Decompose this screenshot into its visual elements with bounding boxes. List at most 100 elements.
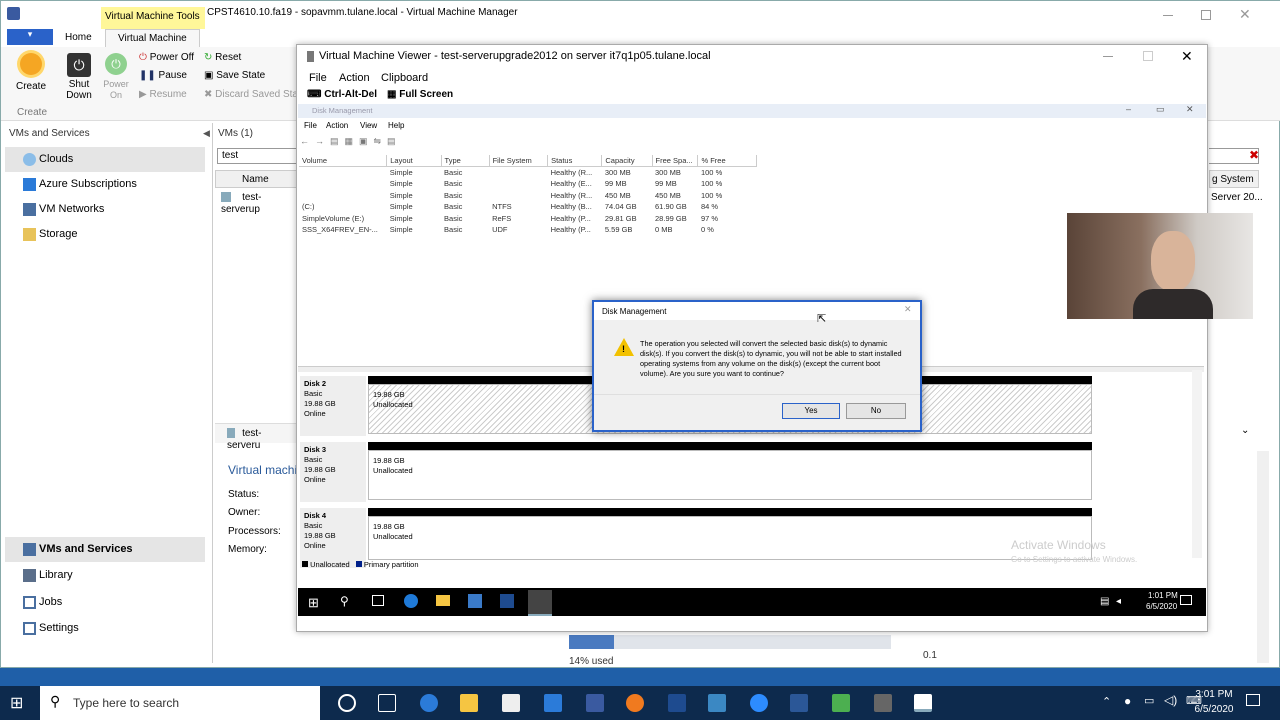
- server-manager-icon[interactable]: [468, 594, 482, 608]
- table-row[interactable]: (C:) Simple Basic NTFS Healthy (B... 74.04 GB…: [299, 201, 757, 213]
- dm-menu-help[interactable]: Help: [388, 121, 404, 130]
- close-button[interactable]: ✕: [1239, 6, 1251, 23]
- workspace-library[interactable]: Library: [5, 563, 205, 588]
- power-on-button[interactable]: ⏻ Power On: [101, 53, 131, 101]
- col-type[interactable]: Type: [441, 155, 490, 167]
- store-icon[interactable]: [502, 694, 520, 712]
- tab-virtual-machine[interactable]: Virtual Machine: [105, 29, 200, 47]
- ctrl-alt-del-button[interactable]: ⌨ Ctrl-Alt-Del: [307, 89, 377, 100]
- viewer-menu-action[interactable]: Action: [339, 72, 370, 84]
- shut-down-button[interactable]: ⏻ Shut Down: [63, 53, 95, 101]
- notifications-icon[interactable]: [1180, 595, 1192, 605]
- task-view-icon[interactable]: [372, 595, 384, 606]
- disk-management-icon[interactable]: [528, 590, 552, 616]
- dm-minimize-icon[interactable]: –: [1126, 104, 1131, 114]
- viewer-menu-clipboard[interactable]: Clipboard: [381, 72, 428, 84]
- folder-icon[interactable]: [436, 595, 450, 606]
- reset-button[interactable]: ↻ Reset: [204, 52, 241, 63]
- viewer-minimize-button[interactable]: [1103, 56, 1113, 57]
- active-window-icon[interactable]: [914, 694, 932, 712]
- full-screen-button[interactable]: ▦ Full Screen: [387, 89, 453, 100]
- unallocated-partition[interactable]: 19.88 GB Unallocated: [368, 450, 1092, 500]
- col-capacity[interactable]: Capacity: [601, 155, 653, 167]
- yes-button[interactable]: Yes: [782, 403, 840, 419]
- clock-date[interactable]: 6/5/2020: [1190, 704, 1238, 715]
- table-row[interactable]: SimpleVolume (E:) Simple Basic ReFS Healthy …: [299, 213, 757, 225]
- nav-item-vm-networks[interactable]: VM Networks: [5, 197, 205, 222]
- resume-button[interactable]: ▶ Resume: [139, 89, 187, 100]
- network-icon[interactable]: ▭: [1144, 694, 1154, 707]
- vmm-app-icon[interactable]: [586, 694, 604, 712]
- powershell-ise-icon[interactable]: [708, 694, 726, 712]
- column-header-name[interactable]: Name: [215, 170, 299, 188]
- expand-icon[interactable]: ⌄: [1241, 425, 1249, 436]
- tray-chevron-icon[interactable]: ⌃: [1102, 695, 1111, 708]
- search-icon[interactable]: ⚲: [340, 594, 349, 608]
- create-button[interactable]: Create: [13, 53, 49, 92]
- col-volume[interactable]: Volume: [299, 155, 388, 167]
- edge-icon[interactable]: [420, 694, 438, 712]
- table-row[interactable]: Simple Basic Healthy (R... 450 MB 450 MB 100 …: [299, 190, 757, 202]
- viewer-maximize-button[interactable]: [1143, 51, 1153, 61]
- clock-time[interactable]: 3:01 PM: [1190, 689, 1238, 700]
- minimize-button[interactable]: [1163, 15, 1173, 16]
- search-input[interactable]: test: [217, 148, 297, 164]
- powershell-icon[interactable]: [668, 694, 686, 712]
- table-row[interactable]: Simple Basic Healthy (E... 99 MB 99 MB 100 %: [299, 178, 757, 190]
- start-button[interactable]: ⊞: [10, 693, 23, 713]
- chat-icon[interactable]: [832, 694, 850, 712]
- table-row[interactable]: SSS_X64FREV_EN-... Simple Basic UDF Healthy …: [299, 224, 757, 236]
- maximize-button[interactable]: [1201, 10, 1211, 20]
- unallocated-partition[interactable]: 19.88 GB Unallocated: [368, 516, 1092, 560]
- no-button[interactable]: No: [846, 403, 906, 419]
- nav-item-clouds[interactable]: Clouds: [5, 147, 205, 172]
- dm-menu-file[interactable]: File: [304, 121, 317, 130]
- file-menu-button[interactable]: ▾: [7, 29, 53, 45]
- col-percent-free[interactable]: % Free: [697, 155, 757, 167]
- dm-maximize-icon[interactable]: ▭: [1156, 104, 1165, 115]
- collapse-icon[interactable]: ◀: [203, 128, 210, 139]
- col-file-system[interactable]: File System: [489, 155, 549, 167]
- mail-icon[interactable]: [544, 694, 562, 712]
- power-off-button[interactable]: ⏻ Power Off: [139, 52, 194, 63]
- dm-menu-action[interactable]: Action: [326, 121, 348, 130]
- discard-saved-state-button[interactable]: ✖ Discard Saved Stat: [204, 89, 296, 100]
- workspace-settings[interactable]: Settings: [5, 616, 205, 641]
- pause-button[interactable]: ❚❚ Pause: [139, 70, 187, 81]
- edge-icon[interactable]: [404, 594, 418, 608]
- col-status[interactable]: Status: [547, 155, 603, 167]
- start-icon[interactable]: ⊞: [308, 595, 319, 611]
- search-box[interactable]: ⚲ Type here to search: [40, 686, 320, 720]
- dm-close-icon[interactable]: ✕: [1186, 104, 1194, 115]
- dm-menu-view[interactable]: View: [360, 121, 377, 130]
- volume-icon[interactable]: ◁): [1164, 693, 1177, 707]
- dm-toolbar: ←→▤▦▣⇋▤: [300, 136, 402, 146]
- powershell-icon[interactable]: [500, 594, 514, 608]
- viewer-menu-file[interactable]: File: [309, 72, 327, 84]
- col-free-space[interactable]: Free Spa...: [652, 155, 699, 167]
- clear-search-icon[interactable]: ✖: [1249, 148, 1259, 162]
- file-explorer-icon[interactable]: [460, 694, 478, 712]
- workspace-vms-and-services[interactable]: VMs and Services: [5, 537, 205, 562]
- firefox-icon[interactable]: [626, 694, 644, 712]
- table-row[interactable]: Simple Basic Healthy (R... 300 MB 300 MB 100 …: [299, 167, 757, 179]
- dialog-close-icon[interactable]: ✕: [904, 304, 912, 315]
- col-layout[interactable]: Layout: [386, 155, 442, 167]
- nav-item-storage[interactable]: Storage: [5, 222, 205, 247]
- zoom-icon[interactable]: [750, 694, 768, 712]
- cortana-icon[interactable]: [338, 694, 356, 712]
- nav-item-azure-subscriptions[interactable]: Azure Subscriptions: [5, 172, 205, 197]
- tab-home[interactable]: Home: [65, 32, 92, 43]
- vm-row[interactable]: test-serverup: [215, 190, 299, 215]
- task-view-icon[interactable]: [378, 694, 396, 712]
- notifications-icon[interactable]: [1246, 694, 1260, 706]
- save-state-button[interactable]: ▣ Save State: [204, 70, 265, 81]
- disk-3[interactable]: Disk 3 Basic 19.88 GB Online 19.88 GB Unallo…: [300, 442, 1190, 504]
- scrollbar[interactable]: [1257, 451, 1269, 663]
- word-icon[interactable]: [790, 694, 808, 712]
- vm-viewer-icon[interactable]: [874, 694, 892, 712]
- column-header-os[interactable]: g System: [1209, 170, 1259, 188]
- guest-scrollbar[interactable]: [1192, 370, 1202, 558]
- viewer-close-button[interactable]: ✕: [1181, 48, 1193, 65]
- workspace-jobs[interactable]: Jobs: [5, 590, 205, 615]
